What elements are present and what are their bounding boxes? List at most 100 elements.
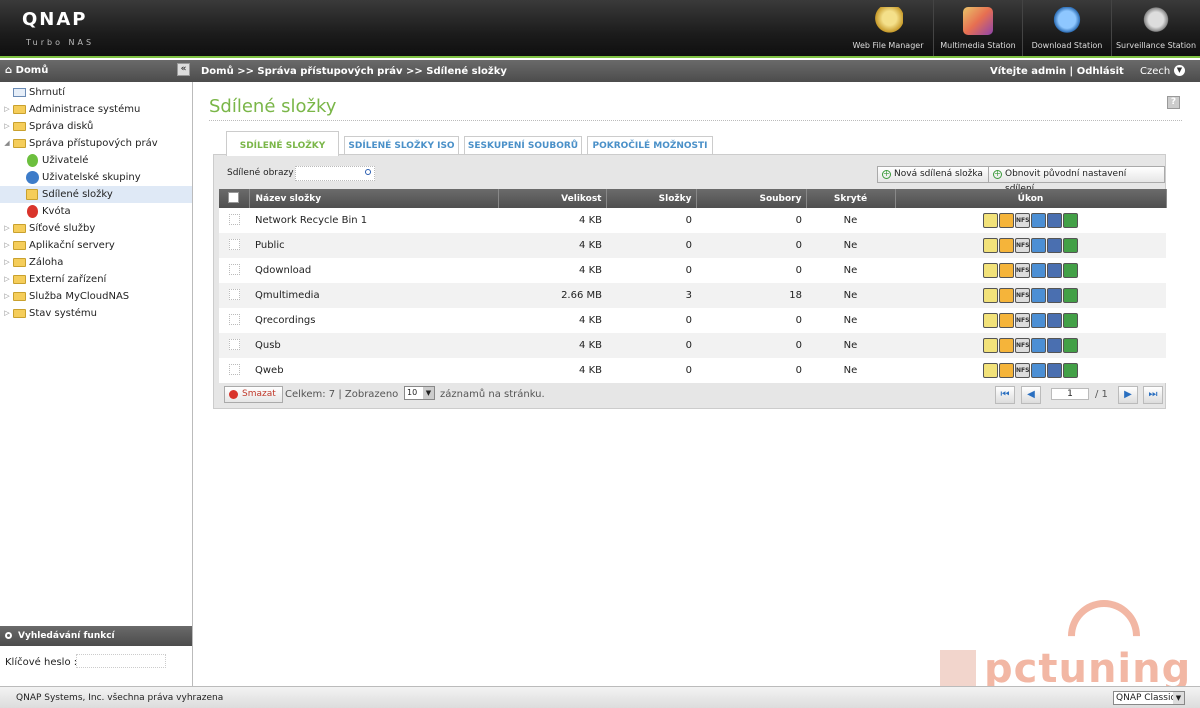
refresh-icon[interactable] <box>1063 263 1078 278</box>
first-page-button[interactable]: ⏮ <box>995 386 1015 404</box>
chevron-right-icon[interactable]: ▷ <box>3 271 11 288</box>
refresh-icon[interactable] <box>1063 213 1078 228</box>
nfs-icon[interactable]: NFS <box>1015 288 1030 303</box>
refresh-icon[interactable] <box>1063 363 1078 378</box>
nfs-icon[interactable]: NFS <box>1015 338 1030 353</box>
edit-icon[interactable] <box>983 338 998 353</box>
edit-icon[interactable] <box>983 363 998 378</box>
table-row[interactable]: Qmultimedia 2.66 MB 3 18 Ne NFS <box>219 283 1166 308</box>
sidebar-item-zaloha[interactable]: ▷ Záloha <box>0 254 192 271</box>
chevron-right-icon[interactable]: ▷ <box>3 254 11 271</box>
page-number-input[interactable]: 1 <box>1051 388 1089 400</box>
web-file-manager-button[interactable]: Web File Manager <box>843 0 933 56</box>
network-access-icon[interactable] <box>1031 238 1046 253</box>
folder-name[interactable]: Qusb <box>249 333 498 358</box>
row-checkbox[interactable] <box>228 238 240 250</box>
network-access-icon[interactable] <box>1031 288 1046 303</box>
row-checkbox[interactable] <box>228 288 240 300</box>
table-row[interactable]: Network Recycle Bin 14 KB 0 0 Ne NFS <box>219 208 1166 233</box>
sidebar-item-aplikacni-servery[interactable]: ▷ Aplikační servery <box>0 237 192 254</box>
network-access-icon[interactable] <box>1031 213 1046 228</box>
permission-icon[interactable] <box>999 313 1014 328</box>
table-row[interactable]: Qrecordings 4 KB 0 0 Ne NFS <box>219 308 1166 333</box>
search-icon[interactable] <box>365 169 371 175</box>
microsoft-network-icon[interactable] <box>1047 238 1062 253</box>
per-page-select[interactable]: 10 ▼ <box>404 386 435 400</box>
sidebar-item-stav-systemu[interactable]: ▷ Stav systému <box>0 305 192 322</box>
sidebar-item-sprava-pristupovych-prav[interactable]: ◢ Správa přístupových práv <box>0 135 192 152</box>
nfs-icon[interactable]: NFS <box>1015 263 1030 278</box>
qnap-logo[interactable]: QNAP <box>22 9 88 30</box>
surveillance-station-button[interactable]: Surveillance Station <box>1111 0 1200 56</box>
permission-icon[interactable] <box>999 363 1014 378</box>
folder-name[interactable]: Public <box>249 233 498 258</box>
nfs-icon[interactable]: NFS <box>1015 213 1030 228</box>
chevron-right-icon[interactable]: ▷ <box>3 305 11 322</box>
microsoft-network-icon[interactable] <box>1047 263 1062 278</box>
refresh-icon[interactable] <box>1063 313 1078 328</box>
keyword-input[interactable] <box>76 654 166 668</box>
sidebar-item-shrnuti[interactable]: Shrnutí <box>0 84 192 101</box>
network-access-icon[interactable] <box>1031 338 1046 353</box>
network-access-icon[interactable] <box>1031 363 1046 378</box>
sidebar-item-administrace[interactable]: ▷ Administrace systému <box>0 101 192 118</box>
tab-shared-folders[interactable]: SDÍLENÉ SLOŽKY <box>226 131 339 156</box>
permission-icon[interactable] <box>999 238 1014 253</box>
language-label[interactable]: Czech <box>1140 66 1170 77</box>
edit-icon[interactable] <box>983 263 998 278</box>
microsoft-network-icon[interactable] <box>1047 288 1062 303</box>
delete-button[interactable]: Smazat <box>224 386 283 403</box>
table-row[interactable]: Qusb 4 KB 0 0 Ne NFS <box>219 333 1166 358</box>
refresh-icon[interactable] <box>1063 338 1078 353</box>
network-access-icon[interactable] <box>1031 313 1046 328</box>
tab-advanced-options[interactable]: POKROČILÉ MOŽNOSTI <box>587 136 713 155</box>
row-checkbox[interactable] <box>228 213 240 225</box>
table-row[interactable]: Qweb 4 KB 0 0 Ne NFS <box>219 358 1166 383</box>
tab-iso-shares[interactable]: SDÍLENÉ SLOŽKY ISO <box>344 136 459 155</box>
column-header-size[interactable]: Velikost <box>498 189 607 208</box>
theme-select[interactable]: QNAP Classic ▼ <box>1113 691 1185 705</box>
permission-icon[interactable] <box>999 263 1014 278</box>
microsoft-network-icon[interactable] <box>1047 363 1062 378</box>
prev-page-button[interactable]: ◀ <box>1021 386 1041 404</box>
folder-name[interactable]: Qweb <box>249 358 498 383</box>
new-share-button[interactable]: + Nová sdílená složka <box>877 166 990 183</box>
edit-icon[interactable] <box>983 213 998 228</box>
chevron-right-icon[interactable]: ▷ <box>3 220 11 237</box>
nfs-icon[interactable]: NFS <box>1015 313 1030 328</box>
sidebar-item-sitove-sluzby[interactable]: ▷ Síťové služby <box>0 220 192 237</box>
sidebar-item-mycloudnas[interactable]: ▷ Služba MyCloudNAS <box>0 288 192 305</box>
row-checkbox[interactable] <box>228 313 240 325</box>
edit-icon[interactable] <box>983 313 998 328</box>
chevron-down-icon[interactable]: ◢ <box>3 135 11 152</box>
chevron-right-icon[interactable]: ▷ <box>3 237 11 254</box>
multimedia-station-button[interactable]: Multimedia Station <box>933 0 1022 56</box>
nfs-icon[interactable]: NFS <box>1015 238 1030 253</box>
permission-icon[interactable] <box>999 338 1014 353</box>
folder-name[interactable]: Qmultimedia <box>249 283 498 308</box>
folder-name[interactable]: Qdownload <box>249 258 498 283</box>
chevron-right-icon[interactable]: ▷ <box>3 288 11 305</box>
home-link[interactable]: ⌂ Domů <box>5 65 48 76</box>
tab-folder-aggregation[interactable]: SESKUPENÍ SOUBORŮ <box>464 136 582 155</box>
refresh-icon[interactable] <box>1063 288 1078 303</box>
collapse-sidebar-button[interactable]: « <box>177 63 190 76</box>
table-row[interactable]: Qdownload 4 KB 0 0 Ne NFS <box>219 258 1166 283</box>
table-row[interactable]: Public 4 KB 0 0 Ne NFS <box>219 233 1166 258</box>
column-header-files[interactable]: Soubory <box>696 189 807 208</box>
welcome-logout[interactable]: Vítejte admin | Odhlásit <box>990 66 1124 77</box>
select-all-checkbox[interactable] <box>228 191 240 203</box>
sidebar-item-kvota[interactable]: Kvóta <box>0 203 192 220</box>
next-page-button[interactable]: ▶ <box>1118 386 1138 404</box>
sidebar-item-uzivatelske-skupiny[interactable]: Uživatelské skupiny <box>0 169 192 186</box>
permission-icon[interactable] <box>999 213 1014 228</box>
sidebar-item-sdilene-slozky[interactable]: Sdílené složky <box>0 186 192 203</box>
column-header-folders[interactable]: Složky <box>606 189 697 208</box>
row-checkbox[interactable] <box>228 338 240 350</box>
edit-icon[interactable] <box>983 238 998 253</box>
help-icon[interactable]: ? <box>1167 96 1180 109</box>
row-checkbox[interactable] <box>228 363 240 375</box>
download-station-button[interactable]: Download Station <box>1022 0 1111 56</box>
folder-name[interactable]: Network Recycle Bin 1 <box>249 208 498 233</box>
share-search-input[interactable] <box>295 166 375 181</box>
